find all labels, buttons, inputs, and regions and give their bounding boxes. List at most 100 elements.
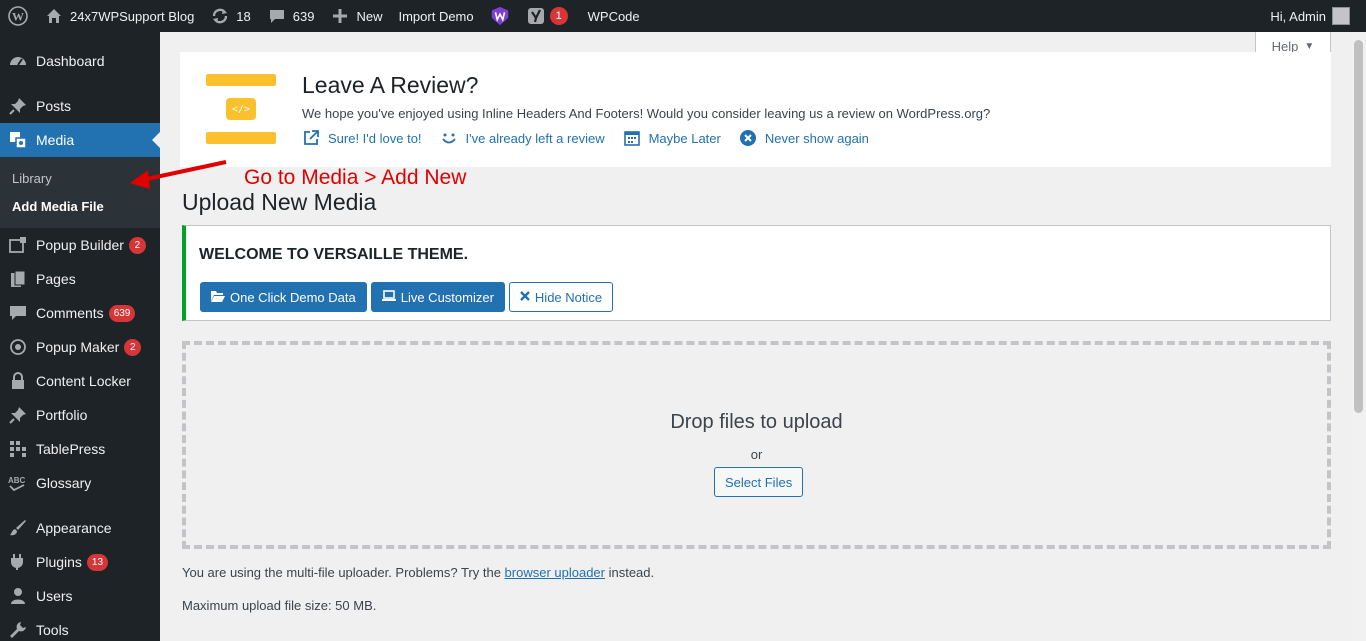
laptop-icon [381, 289, 396, 305]
button-label: Live Customizer [400, 289, 494, 305]
update-icon [210, 6, 230, 26]
sidebar-item-label: Dashboard [36, 53, 105, 69]
wpcode-link[interactable]: WPCode [576, 0, 648, 32]
pages-icon [8, 269, 28, 289]
sidebar-item-label: Popup Builder [36, 237, 124, 253]
uploader-note: You are using the multi-file uploader. P… [182, 565, 654, 580]
sidebar-item-appearance[interactable]: Appearance [0, 511, 160, 545]
comments-count: 639 [292, 8, 315, 24]
sidebar-item-portfolio[interactable]: Portfolio [0, 398, 160, 432]
sidebar-item-tools[interactable]: Tools [0, 613, 160, 641]
sidebar-item-popup-maker[interactable]: Popup Maker 2 [0, 330, 160, 364]
users-icon [8, 586, 28, 606]
annotation-arrow-icon [130, 160, 227, 189]
sidebar-item-posts[interactable]: Posts [0, 89, 160, 123]
sidebar-item-popup-builder[interactable]: Popup Builder 2 [0, 228, 160, 262]
already-reviewed-link[interactable]: I've already left a review [440, 129, 605, 147]
lock-icon [8, 371, 28, 391]
yoast-icon [526, 6, 546, 26]
count-badge: 13 [86, 553, 109, 571]
plugin-shield-icon [490, 6, 510, 26]
leave-review-link[interactable]: Sure! I'd love to! [302, 129, 422, 147]
plus-icon [330, 6, 350, 26]
yoast-link[interactable]: 1 [518, 0, 576, 32]
maybe-later-link[interactable]: Maybe Later [623, 129, 721, 147]
site-name: 24x7WPSupport Blog [70, 8, 195, 24]
uploader-note-after: instead. [604, 565, 655, 580]
media-icon [8, 130, 28, 150]
svg-text:ABC: ABC [8, 476, 26, 485]
live-customizer-button[interactable]: Live Customizer [370, 282, 505, 312]
hide-notice-button[interactable]: Hide Notice [508, 282, 614, 312]
sidebar-item-comments[interactable]: Comments 639 [0, 296, 160, 330]
admin-sidebar: Dashboard Posts Media Library Add Media … [0, 32, 160, 641]
plugin-logo: </> [206, 74, 276, 144]
updates-link[interactable]: 18 [202, 0, 258, 32]
sidebar-item-label: Comments [36, 305, 104, 321]
button-label: Hide Notice [534, 289, 603, 305]
table-icon [8, 439, 28, 459]
sidebar-item-label: Plugins [36, 554, 82, 570]
sidebar-item-label: Content Locker [36, 373, 131, 389]
submenu-item-add-media-file[interactable]: Add Media File [0, 192, 160, 220]
new-label: New [356, 8, 383, 24]
admin-bar: W 24x7WPSupport Blog 18 639 New Import D… [0, 0, 1366, 32]
plugin-icon [8, 552, 28, 572]
upload-drop-zone[interactable]: Drop files to upload or Select Files [182, 341, 1331, 549]
account-menu[interactable]: Hi, Admin [1270, 7, 1366, 25]
sidebar-item-plugins[interactable]: Plugins 13 [0, 545, 160, 579]
max-upload-size: Maximum upload file size: 50 MB. [182, 598, 377, 613]
sidebar-item-content-locker[interactable]: Content Locker [0, 364, 160, 398]
uploader-note-before: You are using the multi-file uploader. P… [182, 565, 505, 580]
sidebar-item-label: Portfolio [36, 407, 88, 423]
dashboard-icon [8, 51, 28, 71]
drop-title: Drop files to upload [670, 411, 843, 433]
scrollbar[interactable] [1351, 32, 1366, 641]
brush-icon [8, 518, 28, 538]
review-message: We hope you've enjoyed using Inline Head… [302, 106, 991, 121]
notice-title: WELCOME TO VERSAILLE THEME. [199, 246, 469, 263]
sidebar-item-media[interactable]: Media [0, 123, 160, 157]
site-name-link[interactable]: 24x7WPSupport Blog [36, 0, 202, 32]
avatar [1332, 7, 1350, 25]
sidebar-item-pages[interactable]: Pages [0, 262, 160, 296]
sidebar-item-label: Media [36, 132, 75, 148]
theme-notice: WELCOME TO VERSAILLE THEME. One Click De… [182, 225, 1331, 321]
updates-count: 18 [236, 8, 251, 24]
plugin-shield-link[interactable] [482, 0, 518, 32]
sidebar-item-glossary[interactable]: ABC Glossary [0, 466, 160, 500]
sidebar-item-label: TablePress [36, 441, 106, 457]
comments-link[interactable]: 639 [259, 0, 323, 32]
annotation-text: Go to Media > Add New [244, 166, 467, 189]
sidebar-item-label: Popup Maker [36, 339, 120, 355]
action-label: Sure! I'd love to! [328, 130, 422, 146]
sidebar-item-tablepress[interactable]: TablePress [0, 432, 160, 466]
greeting: Hi, Admin [1270, 8, 1326, 24]
close-icon [520, 290, 530, 304]
wordpress-logo-icon[interactable]: W [0, 0, 36, 32]
review-notice: </> Leave A Review? We hope you've enjoy… [180, 52, 1331, 167]
comment-icon [8, 303, 28, 323]
never-show-link[interactable]: Never show again [739, 129, 869, 147]
pin-icon [8, 405, 28, 425]
comment-icon [267, 6, 287, 26]
review-title: Leave A Review? [302, 72, 479, 98]
action-label: I've already left a review [465, 130, 605, 146]
one-click-demo-button[interactable]: One Click Demo Data [200, 282, 367, 312]
caret-down-icon: ▼ [1304, 40, 1315, 52]
select-files-button[interactable]: Select Files [714, 467, 804, 497]
import-demo-link[interactable]: Import Demo [390, 0, 481, 32]
button-label: One Click Demo Data [230, 289, 356, 305]
browser-uploader-link[interactable]: browser uploader [505, 565, 605, 580]
popup-builder-icon [8, 235, 28, 255]
home-icon [44, 6, 64, 26]
external-link-icon [302, 129, 320, 147]
action-label: Never show again [764, 130, 869, 146]
scrollbar-thumb[interactable] [1354, 40, 1363, 413]
sidebar-item-label: Users [36, 588, 73, 604]
import-demo-label: Import Demo [398, 8, 474, 24]
action-label: Maybe Later [648, 130, 721, 146]
new-content-link[interactable]: New [322, 0, 390, 32]
sidebar-item-users[interactable]: Users [0, 579, 160, 613]
sidebar-item-dashboard[interactable]: Dashboard [0, 44, 160, 78]
